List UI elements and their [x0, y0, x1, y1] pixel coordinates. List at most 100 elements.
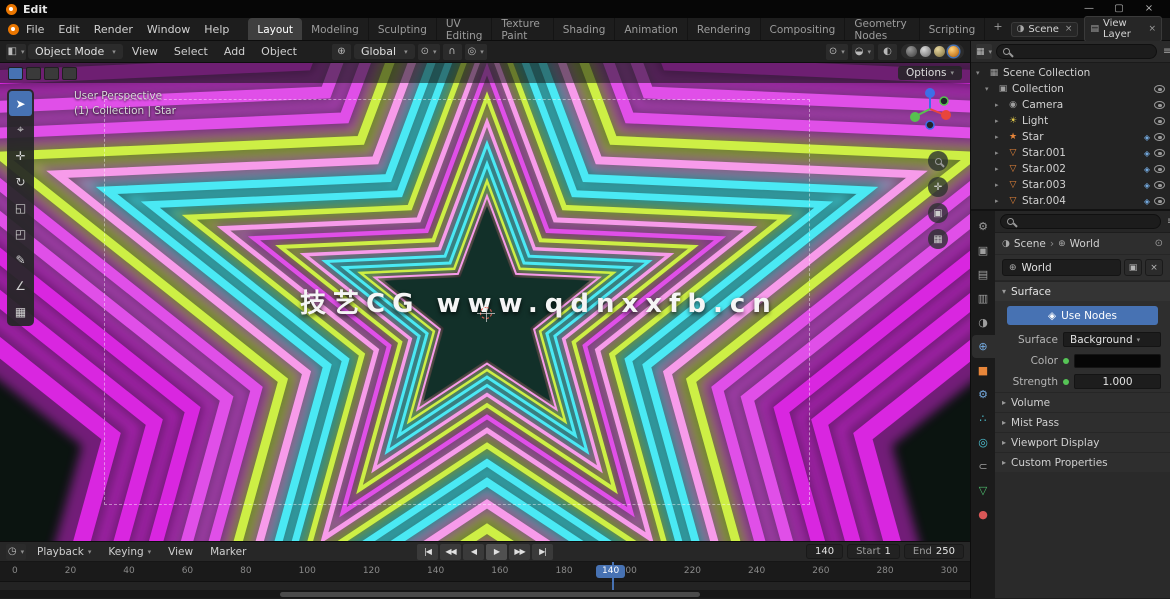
select-mode-new-icon[interactable] [8, 67, 23, 80]
playhead-frame-label[interactable]: 140 [596, 565, 625, 578]
expand-icon[interactable] [995, 101, 1004, 109]
mode-dropdown[interactable]: Object Mode [28, 44, 123, 59]
expand-icon[interactable] [995, 165, 1004, 173]
custom-properties-panel-header[interactable]: Custom Properties [995, 452, 1170, 472]
tool-annotate-button[interactable]: ✎ [9, 247, 32, 272]
shading-rendered-button[interactable] [948, 46, 959, 57]
jump-to-start-button[interactable]: |◀ [417, 544, 438, 560]
tab-object-data[interactable]: ▽ [972, 479, 995, 502]
marker-menu[interactable]: Marker [204, 545, 252, 559]
tab-physics[interactable]: ◎ [972, 431, 995, 454]
menu-select[interactable]: Select [167, 44, 215, 59]
xray-toggle-icon[interactable]: ◐ [878, 44, 897, 60]
outliner-editor-type-button[interactable]: ▦ [976, 44, 992, 59]
tool-tweak-select-button[interactable]: ➤ [9, 91, 32, 116]
expand-icon[interactable] [995, 117, 1004, 125]
camera-view-icon[interactable]: ▣ [928, 203, 948, 223]
gizmos-toggle-icon[interactable]: ⊙ [826, 44, 848, 60]
tool-measure-button[interactable]: ∠ [9, 273, 32, 298]
select-mode-invert-icon[interactable] [62, 67, 77, 80]
tool-move-button[interactable]: ✛ [9, 143, 32, 168]
viewport-display-panel-header[interactable]: Viewport Display [995, 432, 1170, 452]
tab-scripting[interactable]: Scripting [920, 18, 986, 40]
menu-edit[interactable]: Edit [51, 21, 86, 38]
outliner-row-camera[interactable]: ◉ Camera [971, 97, 1170, 113]
tab-rendering[interactable]: Rendering [688, 18, 761, 40]
zoom-icon[interactable] [928, 151, 948, 171]
use-nodes-button[interactable]: ◈ Use Nodes [1007, 306, 1158, 325]
tab-shading[interactable]: Shading [554, 18, 616, 40]
keyframe-indicator-icon[interactable] [1063, 379, 1069, 385]
color-swatch[interactable] [1074, 354, 1161, 368]
timeline-editor-type-button[interactable]: ◷ [6, 544, 26, 560]
tab-material[interactable]: ● [972, 503, 995, 526]
prev-keyframe-button[interactable]: ◀◀ [440, 544, 461, 560]
hide-icon[interactable] [1154, 181, 1165, 189]
scene-unlink-icon[interactable]: × [1063, 24, 1073, 34]
expand-icon[interactable] [985, 85, 994, 93]
keying-menu[interactable]: Keying [102, 545, 157, 559]
outliner-row-star-003[interactable]: ▽ Star.003 ◈ [971, 177, 1170, 193]
tab-texture-paint[interactable]: Texture Paint [492, 18, 553, 40]
outliner-row-star-001[interactable]: ▽ Star.001 ◈ [971, 145, 1170, 161]
properties-search[interactable] [1000, 214, 1161, 229]
timeline-scrollbar[interactable] [0, 590, 970, 598]
outliner-search[interactable] [996, 44, 1157, 59]
tool-transform-button[interactable]: ◰ [9, 221, 32, 246]
expand-icon[interactable] [995, 133, 1004, 141]
surface-panel-header[interactable]: Surface [995, 281, 1170, 301]
pivot-point-icon[interactable]: ⊙ [418, 44, 440, 60]
tab-object[interactable]: ■ [972, 359, 995, 382]
shading-solid-button[interactable] [920, 46, 931, 57]
tab-constraints[interactable]: ⊂ [972, 455, 995, 478]
scrollbar-thumb[interactable] [280, 592, 700, 597]
outliner-row-star[interactable]: ★ Star ◈ [971, 129, 1170, 145]
hide-icon[interactable] [1154, 165, 1165, 173]
tab-animation[interactable]: Animation [615, 18, 688, 40]
menu-render[interactable]: Render [87, 21, 140, 38]
blender-logo-icon[interactable] [8, 24, 19, 35]
tab-world[interactable]: ⊕ [972, 335, 995, 358]
editor-type-button[interactable]: ◧ [6, 44, 26, 60]
tab-layout[interactable]: Layout [248, 18, 302, 40]
proportional-editing-icon[interactable]: ◎ [465, 44, 487, 60]
play-reverse-button[interactable]: ◀ [463, 544, 484, 560]
copy-datablock-button[interactable]: ▣ [1124, 259, 1142, 276]
outliner-row-scene-collection[interactable]: ▦ Scene Collection [971, 65, 1170, 81]
pin-icon[interactable]: ⊙ [1155, 238, 1163, 249]
next-keyframe-button[interactable]: ▶▶ [509, 544, 530, 560]
outliner-row-star-002[interactable]: ▽ Star.002 ◈ [971, 161, 1170, 177]
tab-uv-editing[interactable]: UV Editing [437, 18, 493, 40]
tab-scene[interactable]: ◑ [972, 311, 995, 334]
tab-tool[interactable]: ⚙ [972, 215, 995, 238]
global-orientation-icon[interactable]: ⊕ [332, 44, 351, 60]
select-mode-extend-icon[interactable] [26, 67, 41, 80]
menu-add[interactable]: Add [217, 44, 252, 59]
hide-icon[interactable] [1154, 101, 1165, 109]
timeline-ruler[interactable]: 0 20 40 60 80 100 120 140 160 180 200 22… [0, 562, 970, 582]
scene-selector[interactable]: ◑ Scene × [1011, 22, 1079, 37]
tool-rotate-button[interactable]: ↻ [9, 169, 32, 194]
tool-cursor-button[interactable]: ⌖ [9, 117, 32, 142]
orientation-dropdown[interactable]: Global [354, 44, 415, 59]
play-button[interactable]: ▶ [486, 544, 507, 560]
jump-to-end-button[interactable]: ▶| [532, 544, 553, 560]
volume-panel-header[interactable]: Volume [995, 392, 1170, 412]
select-mode-subtract-icon[interactable] [44, 67, 59, 80]
hide-icon[interactable] [1154, 117, 1165, 125]
shading-wireframe-button[interactable] [906, 46, 917, 57]
outliner-row-light[interactable]: ☀ Light [971, 113, 1170, 129]
hide-icon[interactable] [1154, 197, 1165, 205]
timeline-track[interactable] [0, 582, 970, 590]
tab-modifiers[interactable]: ⚙ [972, 383, 995, 406]
add-workspace-button[interactable]: + [985, 18, 1010, 40]
menu-file[interactable]: File [19, 21, 51, 38]
unlink-datablock-button[interactable]: × [1145, 259, 1163, 276]
tab-render[interactable]: ▣ [972, 239, 995, 262]
expand-icon[interactable] [995, 149, 1004, 157]
outliner-search-input[interactable] [1014, 45, 1150, 58]
tab-geometry-nodes[interactable]: Geometry Nodes [845, 18, 919, 40]
expand-icon[interactable] [995, 181, 1004, 189]
outliner-row-collection[interactable]: ▣ Collection [971, 81, 1170, 97]
current-frame-field[interactable]: 140 [806, 544, 843, 559]
